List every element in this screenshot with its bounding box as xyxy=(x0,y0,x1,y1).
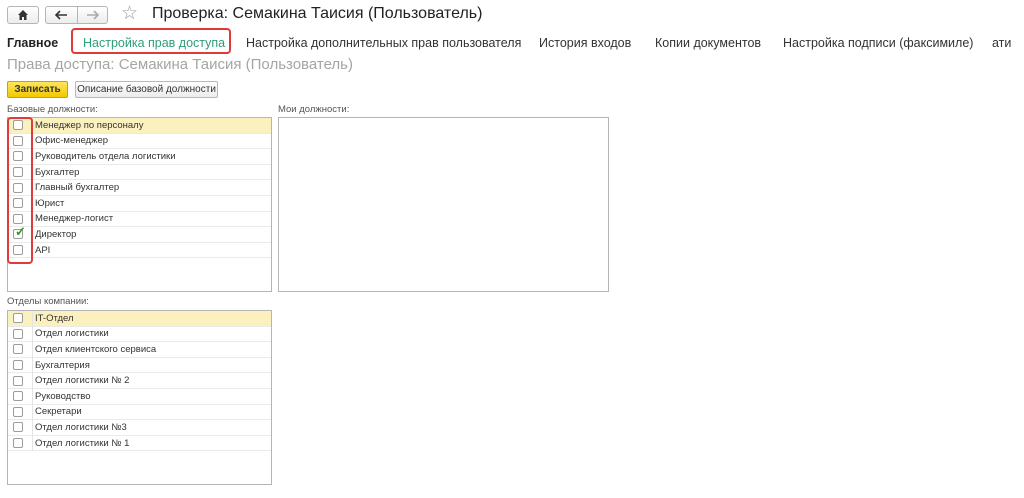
tab-main[interactable]: Главное xyxy=(7,36,58,50)
list-item-label: Бухгалтерия xyxy=(35,359,90,371)
checkbox[interactable] xyxy=(13,344,23,355)
save-button[interactable]: Записать xyxy=(7,81,68,98)
forward-button[interactable] xyxy=(77,6,108,24)
list-item[interactable]: Менеджер-логист xyxy=(8,212,271,228)
checkbox[interactable] xyxy=(13,406,23,417)
list-item-label: Бухгалтер xyxy=(35,166,80,178)
list-item-label: Менеджер по персоналу xyxy=(35,119,144,131)
column-divider xyxy=(32,311,33,451)
back-button[interactable] xyxy=(45,6,77,24)
favorite-star-icon[interactable]: ☆ xyxy=(121,4,138,24)
checkbox[interactable] xyxy=(13,328,23,339)
list-item[interactable]: Менеджер по персоналу xyxy=(8,118,271,134)
departments-list: IT-Отдел Отдел логистики Отдел клиентско… xyxy=(7,310,272,485)
base-positions-list: Менеджер по персоналу Офис-менеджер Руко… xyxy=(7,117,272,292)
home-icon xyxy=(18,10,28,20)
list-item-label: Руководство xyxy=(35,390,91,402)
checkbox-highlight-frame xyxy=(7,117,33,264)
list-item-label: Отдел логистики № 1 xyxy=(35,437,130,449)
list-item[interactable]: Отдел логистики № 1 xyxy=(8,436,271,452)
list-item[interactable]: Отдел логистики № 2 xyxy=(8,373,271,389)
checkbox[interactable] xyxy=(13,375,23,386)
list-item[interactable]: Руководство xyxy=(8,389,271,405)
list-item-label: Секретари xyxy=(35,406,82,418)
base-positions-label: Базовые должности: xyxy=(7,104,98,115)
list-item[interactable]: Юрист xyxy=(8,196,271,212)
tab-highlight-frame xyxy=(71,28,231,54)
list-item[interactable]: IT-Отдел xyxy=(8,311,271,327)
list-item-label: Офис-менеджер xyxy=(35,135,109,147)
my-positions-list[interactable] xyxy=(278,117,609,292)
home-button[interactable] xyxy=(7,6,39,24)
window-title: Проверка: Семакина Таисия (Пользователь) xyxy=(152,5,483,22)
list-item-label: Менеджер-логист xyxy=(35,213,114,225)
arrow-left-icon xyxy=(55,10,67,20)
list-item-label: Отдел логистики № 2 xyxy=(35,375,130,387)
tab-more[interactable]: ати xyxy=(992,36,1011,50)
list-item[interactable]: Отдел логистики xyxy=(8,327,271,343)
tab-login-history[interactable]: История входов xyxy=(539,36,631,50)
list-item[interactable]: API xyxy=(8,243,271,259)
list-item-label: API xyxy=(35,244,51,256)
list-item[interactable]: Офис-менеджер xyxy=(8,134,271,150)
list-item[interactable]: Отдел логистики №3 xyxy=(8,420,271,436)
list-item[interactable]: ✓ Директор xyxy=(8,225,271,243)
checkbox[interactable] xyxy=(13,422,23,433)
departments-label: Отделы компании: xyxy=(7,296,89,307)
list-item-label: Директор xyxy=(35,228,77,240)
tab-document-copies[interactable]: Копии документов xyxy=(655,36,761,50)
my-positions-label: Мои должности: xyxy=(278,104,350,115)
list-item[interactable]: Секретари xyxy=(8,405,271,421)
list-item[interactable]: Бухгалтер xyxy=(8,165,271,181)
base-position-description-button[interactable]: Описание базовой должности xyxy=(75,81,218,98)
arrow-right-icon xyxy=(87,10,99,20)
list-item-label: Руководитель отдела логистики xyxy=(35,150,176,162)
list-item[interactable]: Руководитель отдела логистики xyxy=(8,149,271,165)
page-title: Права доступа: Семакина Таисия (Пользова… xyxy=(7,56,353,73)
list-item-label: Отдел логистики xyxy=(35,328,109,340)
list-item-label: Юрист xyxy=(35,197,65,209)
checkbox[interactable] xyxy=(13,391,23,402)
list-item-label: IT-Отдел xyxy=(35,312,74,324)
list-item-label: Главный бухгалтер xyxy=(35,182,120,194)
checkbox[interactable] xyxy=(13,438,23,449)
list-item-label: Отдел логистики №3 xyxy=(35,421,127,433)
list-item-label: Отдел клиентского сервиса xyxy=(35,343,157,355)
checkbox[interactable] xyxy=(13,360,23,371)
tab-signature-settings[interactable]: Настройка подписи (факсимиле) xyxy=(783,36,973,50)
list-item[interactable]: Отдел клиентского сервиса xyxy=(8,342,271,358)
list-item[interactable]: Главный бухгалтер xyxy=(8,180,271,196)
list-item[interactable]: Бухгалтерия xyxy=(8,358,271,374)
tab-additional-rights[interactable]: Настройка дополнительных прав пользовате… xyxy=(246,36,521,50)
checkbox[interactable] xyxy=(13,313,23,324)
